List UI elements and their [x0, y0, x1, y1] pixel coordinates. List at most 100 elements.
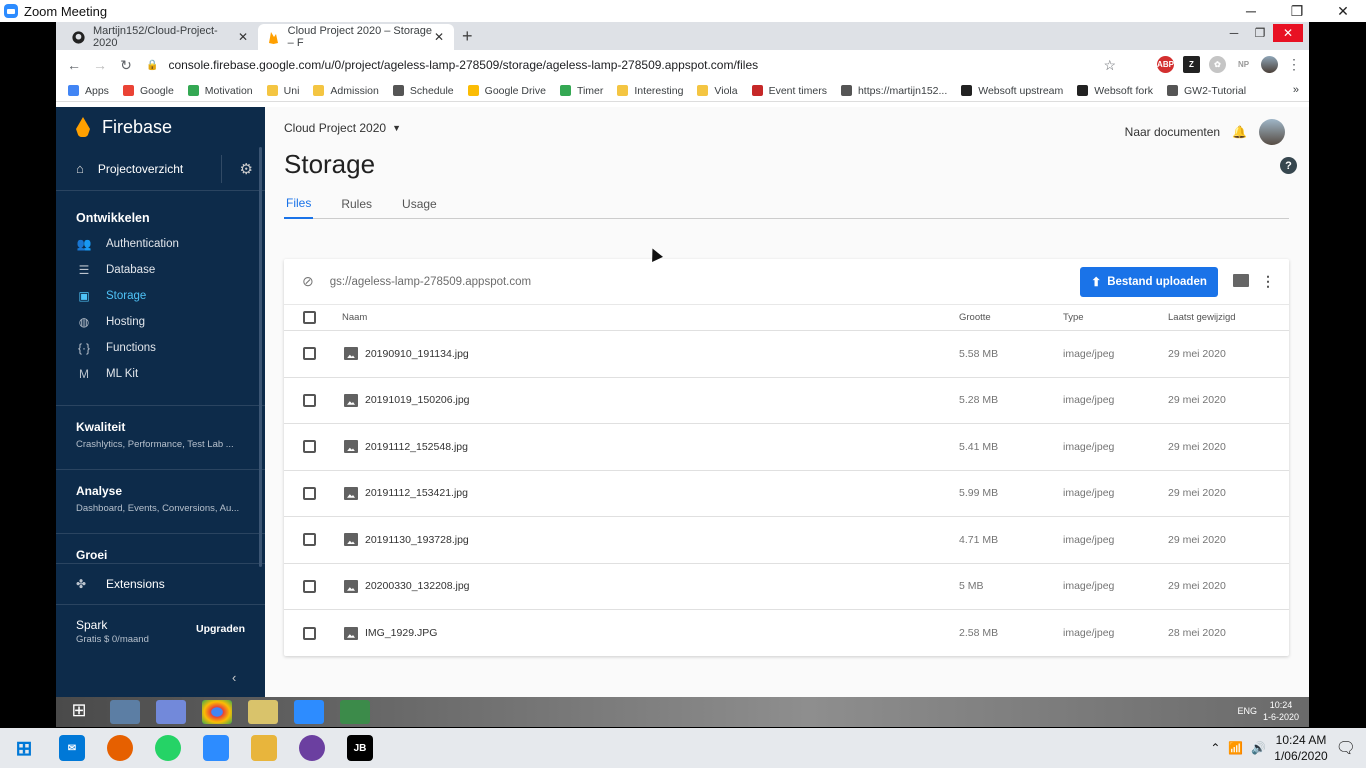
sidebar-item-authentication[interactable]: 👥 Authentication — [56, 231, 265, 257]
firefox-app-icon[interactable] — [107, 735, 133, 761]
bookmark-item[interactable]: https://martijn152... — [840, 85, 947, 97]
close-tab-icon[interactable]: ✕ — [238, 30, 248, 44]
table-row[interactable]: 20191112_152548.jpg 5.41 MB image/jpeg 29 m… — [284, 424, 1289, 471]
tab-usage[interactable]: Usage — [400, 189, 439, 219]
remote-clock[interactable]: 10:24 1-6-2020 — [1263, 699, 1299, 723]
z-extension-icon[interactable]: Z — [1183, 56, 1200, 73]
sidebar-item-ml-kit[interactable]: M ML Kit — [56, 361, 265, 387]
zoom-app-icon[interactable] — [294, 700, 324, 724]
column-modified[interactable]: Laatst gewijzigd — [1168, 312, 1236, 323]
row-checkbox[interactable] — [303, 486, 316, 500]
url-field[interactable]: 🔒 console.firebase.google.com/u/0/projec… — [146, 53, 1116, 77]
file-name-cell[interactable]: 20200330_132208.jpg — [344, 579, 470, 593]
minimize-button[interactable]: ─ — [1228, 0, 1274, 22]
close-button[interactable]: ✕ — [1320, 0, 1366, 22]
settings-gear-icon[interactable]: ⚙ — [240, 160, 253, 178]
file-name-cell[interactable]: 20191019_150206.jpg — [344, 393, 470, 407]
bookmark-item[interactable]: Interesting — [617, 85, 683, 97]
network-icon[interactable]: 📶 — [1228, 741, 1243, 755]
bookmark-item[interactable]: Motivation — [187, 85, 253, 97]
tab-github[interactable]: Martijn152/Cloud-Project-2020 ✕ — [62, 24, 258, 50]
collapse-sidebar-icon[interactable]: ‹ — [232, 670, 236, 685]
select-all-checkbox[interactable] — [303, 311, 316, 324]
new-tab-button[interactable]: + — [462, 26, 473, 47]
sidebar-item-database[interactable]: ☰ Database — [56, 257, 265, 283]
row-checkbox[interactable] — [303, 347, 316, 361]
bookmark-item[interactable]: Admission — [313, 85, 379, 97]
app-icon[interactable] — [299, 735, 325, 761]
table-row[interactable]: 20190910_191134.jpg 5.58 MB image/jpeg 29 m… — [284, 331, 1289, 378]
windows-start-icon[interactable]: ⊞ — [64, 700, 94, 724]
row-checkbox[interactable] — [303, 579, 316, 593]
restore-button[interactable]: ❐ — [1274, 0, 1320, 22]
table-row[interactable]: IMG_1929.JPG 2.58 MB image/jpeg 28 mei 2020 — [284, 610, 1289, 657]
show-hidden-icons-icon[interactable]: ⌃ — [1210, 741, 1220, 755]
browser-close-button[interactable]: ✕ — [1273, 24, 1303, 42]
bookmark-item[interactable]: Viola — [697, 85, 738, 97]
table-row[interactable]: 20191130_193728.jpg 4.71 MB image/jpeg 29 m… — [284, 517, 1289, 564]
more-bookmarks-icon[interactable]: » — [1293, 84, 1299, 96]
reload-icon[interactable]: ↻ — [113, 57, 139, 74]
row-checkbox[interactable] — [303, 393, 316, 407]
section-analytics[interactable]: Analyse Dashboard, Events, Conversions, … — [56, 469, 265, 533]
column-type[interactable]: Type — [1063, 312, 1084, 323]
table-row[interactable]: 20200330_132208.jpg 5 MB image/jpeg 29 mei … — [284, 564, 1289, 610]
table-row[interactable]: 20191019_150206.jpg 5.28 MB image/jpeg 29 m… — [284, 378, 1289, 424]
file-name-cell[interactable]: IMG_1929.JPG — [344, 626, 437, 640]
close-tab-icon[interactable]: ✕ — [434, 30, 444, 44]
bookmark-item[interactable]: Schedule — [392, 85, 454, 97]
bookmark-item[interactable]: Websoft upstream — [961, 85, 1063, 97]
column-name[interactable]: Naam — [342, 312, 367, 323]
sidebar-item-hosting[interactable]: ◍ Hosting — [56, 309, 265, 335]
gear-extension-icon[interactable]: ✿ — [1209, 56, 1226, 73]
file-name-cell[interactable]: 20191112_153421.jpg — [344, 486, 468, 500]
local-clock[interactable]: 10:24 AM 1/06/2020 — [1274, 732, 1327, 764]
row-checkbox[interactable] — [303, 440, 316, 454]
maps-app-icon[interactable] — [340, 700, 370, 724]
back-icon[interactable]: ← — [61, 57, 87, 73]
bookmark-item[interactable]: Apps — [68, 85, 109, 97]
chrome-app-icon[interactable] — [202, 700, 232, 724]
link-icon[interactable]: ⊖ — [298, 271, 318, 291]
bookmark-item[interactable]: Google Drive — [467, 85, 546, 97]
volume-icon[interactable]: 🔊 — [1251, 741, 1266, 755]
browser-restore-button[interactable]: ❐ — [1247, 24, 1273, 42]
forward-icon[interactable]: → — [87, 57, 113, 73]
bookmark-item[interactable]: Websoft fork — [1077, 85, 1153, 97]
whatsapp-app-icon[interactable] — [155, 735, 181, 761]
mail-app-icon[interactable]: ✉ — [59, 735, 85, 761]
tab-rules[interactable]: Rules — [339, 189, 374, 219]
jetbrains-app-icon[interactable]: JB — [347, 735, 373, 761]
bookmark-item[interactable]: Google — [122, 85, 174, 97]
sidebar-item-functions[interactable]: {·} Functions — [56, 335, 265, 361]
sidebar-scrollbar[interactable] — [259, 147, 262, 567]
np-extension-icon[interactable]: NP — [1235, 56, 1252, 73]
notifications-icon[interactable]: 🗨 — [1336, 738, 1356, 758]
windows-start-icon[interactable]: ⊞ — [11, 735, 37, 761]
tab-firebase-storage[interactable]: Cloud Project 2020 – Storage – F ✕ — [258, 24, 454, 50]
row-checkbox[interactable] — [303, 626, 316, 640]
project-selector[interactable]: Cloud Project 2020 ▼ — [284, 121, 401, 135]
more-options-icon[interactable]: ⋮ — [1261, 273, 1275, 290]
upload-file-button[interactable]: ⬆ Bestand uploaden — [1080, 267, 1218, 297]
bucket-path[interactable]: gs://ageless-lamp-278509.appspot.com — [330, 276, 531, 288]
sidebar-item-storage[interactable]: ▣ Storage — [56, 283, 265, 309]
zoom-app-icon[interactable] — [203, 735, 229, 761]
row-checkbox[interactable] — [303, 533, 316, 547]
file-name-cell[interactable]: 20191130_193728.jpg — [344, 533, 469, 547]
section-grow[interactable]: Groei — [56, 533, 265, 563]
bookmark-star-icon[interactable]: ☆ — [1103, 57, 1116, 74]
bookmark-item[interactable]: Event timers — [751, 85, 827, 97]
discord-app-icon[interactable] — [156, 700, 186, 724]
notifications-bell-icon[interactable]: 🔔 — [1232, 125, 1247, 139]
adblock-extension-icon[interactable]: ABP — [1157, 56, 1174, 73]
user-avatar[interactable] — [1259, 119, 1285, 145]
docs-link[interactable]: Naar documenten — [1125, 125, 1220, 139]
file-explorer-icon[interactable] — [251, 735, 277, 761]
section-quality[interactable]: Kwaliteit Crashlytics, Performance, Test… — [56, 405, 265, 469]
table-row[interactable]: 20191112_153421.jpg 5.99 MB image/jpeg 29 m… — [284, 471, 1289, 517]
file-name-cell[interactable]: 20190910_191134.jpg — [344, 347, 469, 361]
extensions-item[interactable]: ✤ Extensions — [56, 563, 265, 605]
help-icon[interactable]: ? — [1280, 157, 1297, 174]
bookmark-item[interactable]: Uni — [266, 85, 299, 97]
